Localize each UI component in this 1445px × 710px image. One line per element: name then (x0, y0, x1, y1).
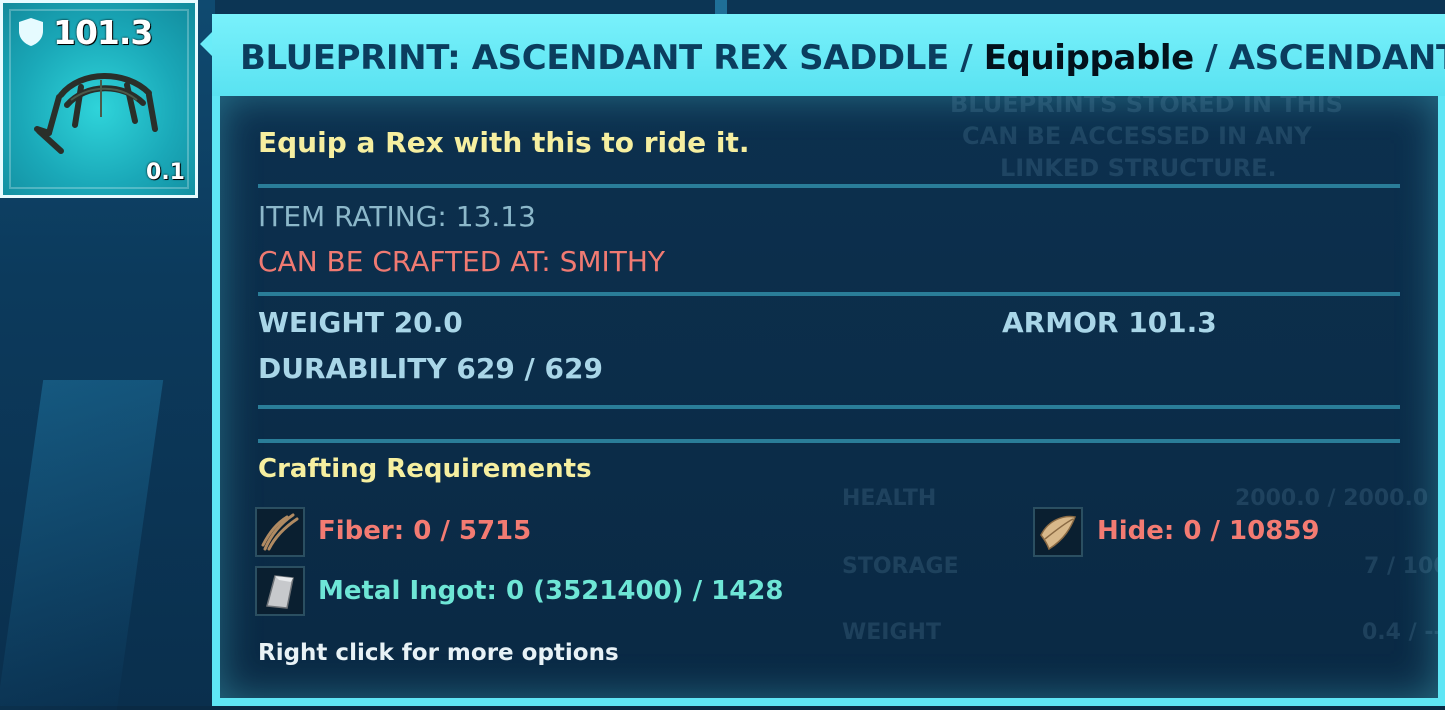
hide-icon (1033, 507, 1083, 557)
ghost-storage-value: 7 / 100 (1364, 554, 1438, 579)
title-separator: / (948, 38, 984, 78)
hide-requirement: Hide: 0 / 10859 (1097, 516, 1320, 546)
item-name: BLUEPRINT: ASCENDANT REX SADDLE (240, 38, 949, 78)
ghost-blueprint-note: BLUEPRINTS STORED IN THIS (950, 96, 1343, 118)
metal-ingot-requirement: Metal Ingot: 0 (3521400) / 1428 (318, 576, 784, 606)
separator (258, 439, 1400, 443)
shield-icon (17, 17, 45, 51)
context-hint: Right click for more options (258, 640, 619, 666)
separator (258, 184, 1400, 188)
metal-ingot-icon (255, 566, 305, 616)
tooltip-title: BLUEPRINT: ASCENDANT REX SADDLE / Equipp… (240, 38, 1445, 78)
item-tooltip: BLUEPRINT: ASCENDANT REX SADDLE / Equipp… (200, 14, 1445, 706)
ghost-weight-label: WEIGHT (842, 620, 941, 645)
item-rating-value: 101.3 (53, 13, 153, 52)
rex-saddle-icon (31, 55, 171, 169)
item-weight-value: 0.1 (146, 160, 185, 185)
item-type: Equippable (983, 38, 1195, 78)
title-separator: / (1193, 38, 1229, 78)
fiber-icon (255, 507, 305, 557)
fiber-requirement: Fiber: 0 / 5715 (318, 516, 532, 546)
item-quality-tier: ASCENDANT (1228, 38, 1445, 78)
separator (258, 405, 1400, 409)
item-description: Equip a Rex with this to ride it. (258, 126, 750, 159)
ghost-storage-label: STORAGE (842, 554, 959, 579)
crafting-requirements-heading: Crafting Requirements (258, 454, 592, 484)
item-slot[interactable]: 101.3 0.1 (0, 0, 198, 198)
item-rating: ITEM RATING: 13.13 (258, 200, 536, 233)
armor-stat: ARMOR 101.3 (1002, 306, 1217, 339)
ghost-health-label: HEALTH (842, 486, 937, 511)
ghost-blueprint-note: LINKED STRUCTURE. (1000, 154, 1277, 182)
ghost-weight-value: 0.4 / -- (1362, 620, 1438, 645)
weight-stat: WEIGHT 20.0 (258, 306, 463, 339)
separator (258, 292, 1400, 296)
tooltip-title-bar: BLUEPRINT: ASCENDANT REX SADDLE / Equipp… (212, 14, 1445, 96)
durability-stat: DURABILITY 629 / 629 (258, 352, 603, 385)
ghost-health-value: 2000.0 / 2000.0 (1235, 486, 1429, 511)
tooltip-body: BLUEPRINTS STORED IN THIS CAN BE ACCESSE… (220, 96, 1438, 698)
crafting-station: CAN BE CRAFTED AT: SMITHY (258, 245, 666, 278)
ghost-blueprint-note: CAN BE ACCESSED IN ANY (962, 122, 1312, 150)
